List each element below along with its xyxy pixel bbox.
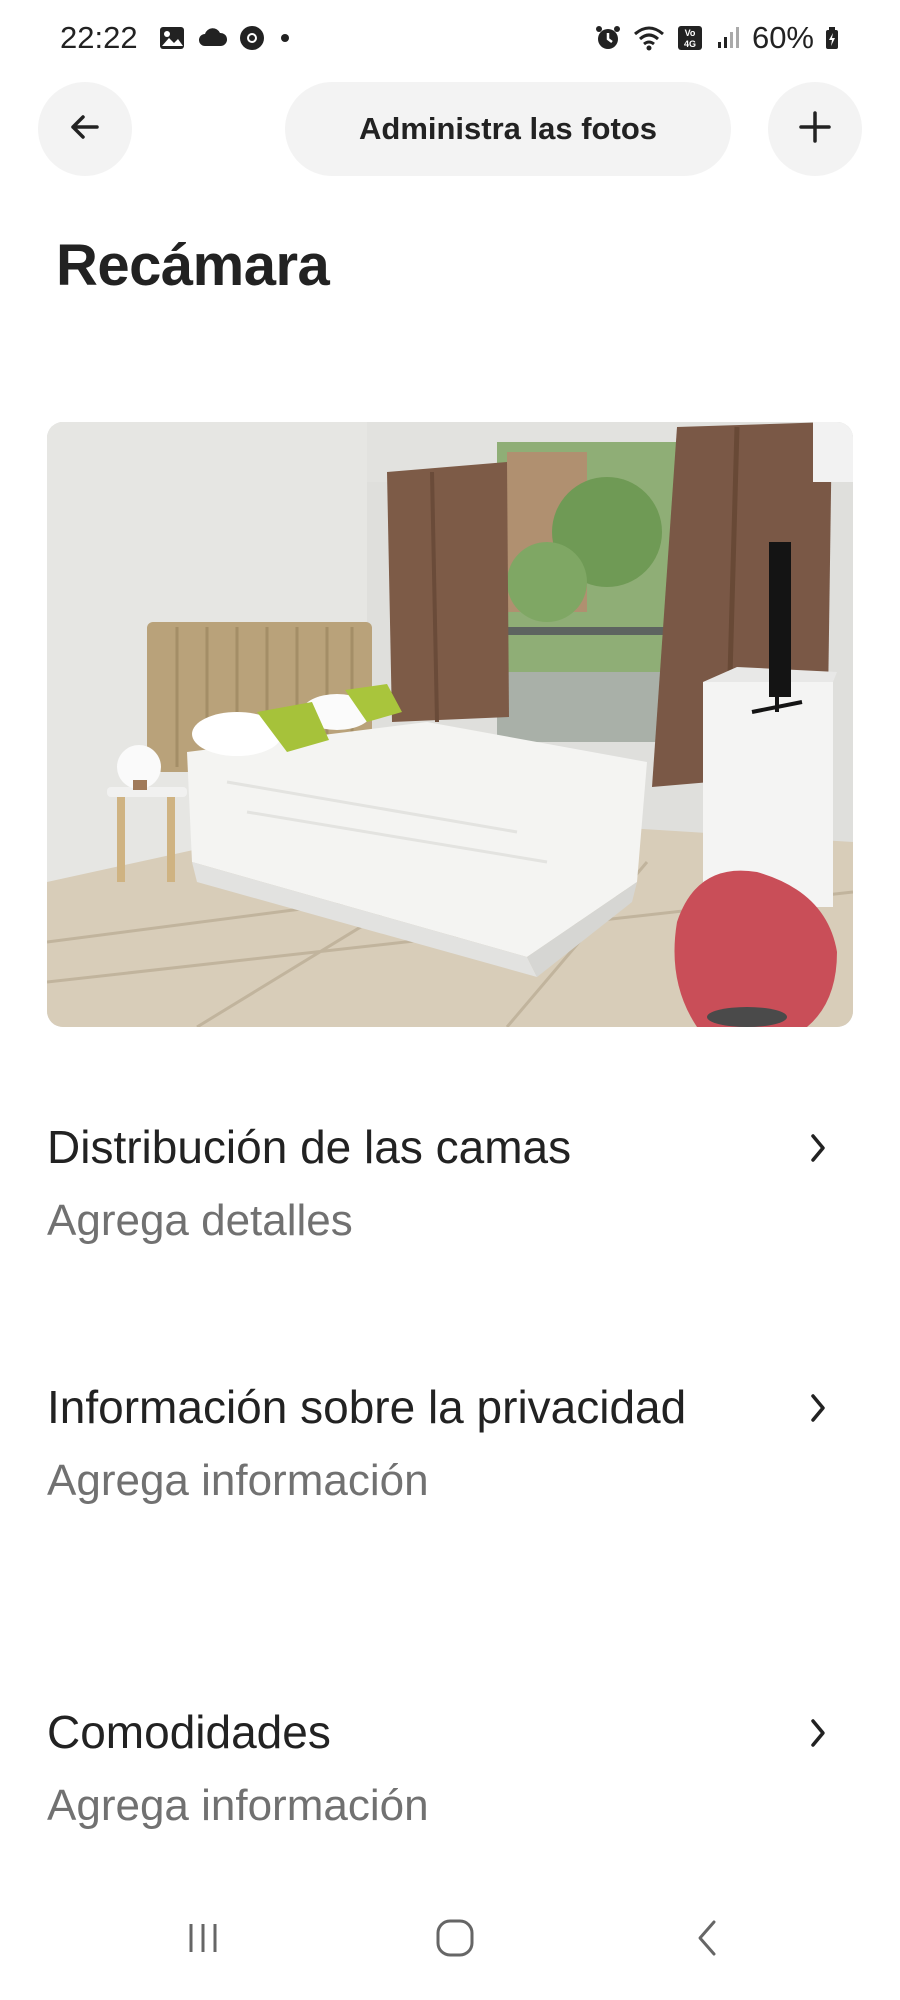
volte-icon: Vo 4G [676, 24, 704, 52]
status-time: 22:22 [60, 20, 138, 55]
svg-text:Vo: Vo [685, 28, 696, 38]
battery-percent: 60% [751, 20, 814, 55]
row-subtitle: Agrega información [47, 1781, 429, 1830]
image-icon [158, 24, 186, 52]
row-title: Comodidades [47, 1706, 331, 1758]
chrome-icon [238, 24, 266, 52]
svg-text:4G: 4G [684, 39, 696, 49]
manage-photos-button[interactable]: Administra las fotos [285, 82, 731, 176]
system-nav-bar [0, 1890, 900, 2000]
chevron-right-icon [803, 1128, 833, 1168]
wifi-icon [632, 24, 666, 52]
privacy-info-row[interactable]: Información sobre la privacidad Agrega i… [47, 1374, 853, 1514]
plus-icon [797, 109, 833, 150]
home-button[interactable] [415, 1910, 495, 1970]
dot-icon [278, 24, 292, 52]
alarm-icon [594, 24, 622, 52]
row-subtitle: Agrega información [47, 1456, 429, 1505]
bedroom-photo[interactable] [47, 422, 853, 1027]
arrow-left-icon [67, 109, 103, 150]
row-title: Distribución de las camas [47, 1121, 572, 1173]
recent-apps-button[interactable] [163, 1910, 243, 1970]
back-button[interactable] [38, 82, 132, 176]
battery-icon [824, 24, 840, 52]
back-icon [688, 1918, 728, 1963]
status-bar: 22:22 Vo 4G 60% [0, 0, 900, 80]
page-title: Recámara [56, 233, 330, 298]
row-title: Información sobre la privacidad [47, 1381, 687, 1433]
nav-back-button[interactable] [668, 1910, 748, 1970]
add-button[interactable] [768, 82, 862, 176]
bed-distribution-row[interactable]: Distribución de las camas Agrega detalle… [47, 1114, 853, 1254]
home-icon [433, 1916, 477, 1965]
row-subtitle: Agrega detalles [47, 1196, 353, 1245]
amenities-row[interactable]: Comodidades Agrega información [47, 1699, 853, 1839]
chevron-right-icon [803, 1713, 833, 1753]
recent-apps-icon [183, 1918, 223, 1963]
cloud-icon [198, 24, 228, 52]
signal-icon [714, 24, 742, 52]
chevron-right-icon [803, 1388, 833, 1428]
